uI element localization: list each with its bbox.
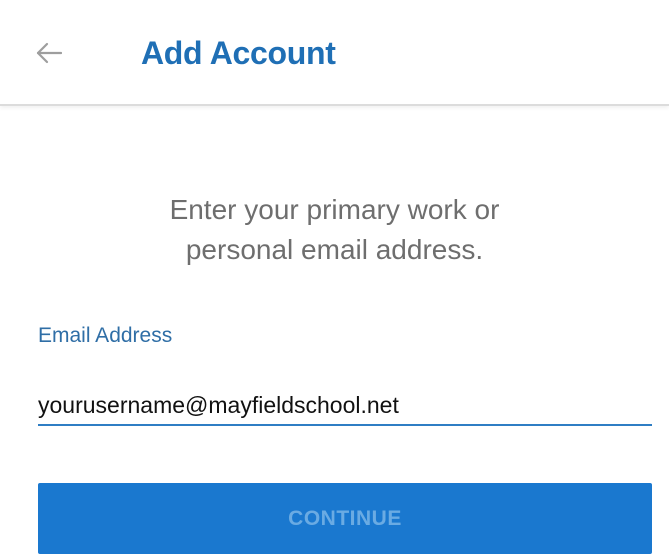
page-title: Add Account	[141, 35, 336, 71]
app-bar: Add Account	[0, 0, 669, 106]
arrow-left-icon	[36, 42, 62, 64]
instruction-text: Enter your primary work or personal emai…	[0, 190, 669, 270]
back-button[interactable]	[26, 30, 72, 76]
continue-button[interactable]: CONTINUE	[38, 483, 652, 554]
email-field[interactable]	[38, 386, 652, 426]
add-account-screen: Add Account Enter your primary work or p…	[0, 0, 669, 554]
instruction-line-1: Enter your primary work or	[169, 194, 500, 225]
instruction-line-2: personal email address.	[185, 234, 484, 265]
email-field-label: Email Address	[38, 324, 173, 347]
